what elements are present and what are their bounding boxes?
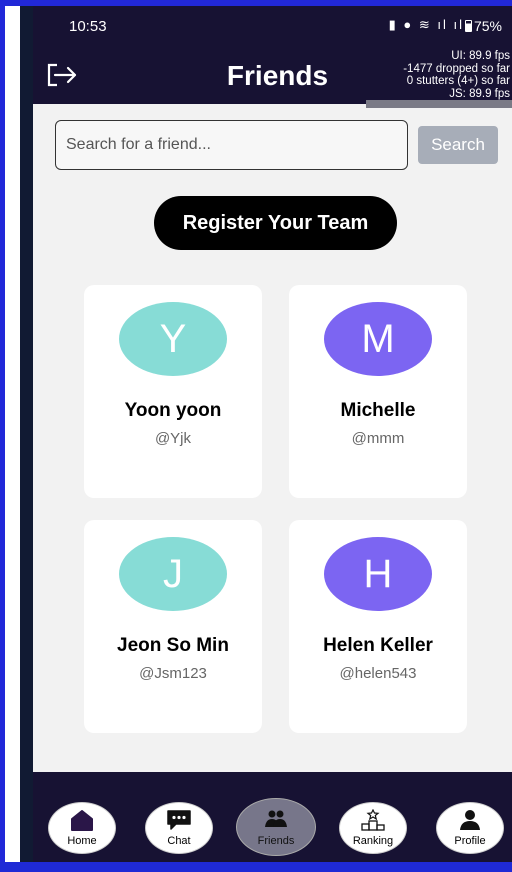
battery-icon — [464, 20, 472, 32]
register-team-button[interactable]: Register Your Team — [154, 196, 397, 250]
friend-name: Yoon yoon — [124, 400, 222, 421]
app-header: Friends UI: 89.9 fps -1477 dropped so fa… — [33, 46, 512, 104]
friend-name: Michelle — [340, 400, 416, 421]
avatar: Y — [119, 302, 227, 376]
profile-icon — [460, 810, 480, 830]
perf-stutters: 0 stutters (4+) so far — [406, 75, 510, 87]
avatar: H — [324, 537, 432, 611]
tab-label: Chat — [167, 835, 191, 847]
tab-label: Friends — [257, 835, 295, 847]
friend-handle: @Yjk — [154, 430, 192, 447]
friend-card[interactable]: M Michelle @mmm — [289, 285, 467, 498]
avatar: M — [324, 302, 432, 376]
home-icon — [71, 810, 93, 831]
battery-level: 75% — [464, 18, 502, 34]
window-edge — [5, 6, 20, 862]
friend-card[interactable]: J Jeon So Min @Jsm123 — [84, 520, 262, 733]
perf-js-fps: JS: 89.9 fps — [449, 87, 510, 100]
search-input[interactable] — [55, 120, 408, 170]
friend-card[interactable]: Y Yoon yoon @Yjk — [84, 285, 262, 498]
search-button[interactable]: Search — [418, 126, 498, 164]
tab-label: Profile — [454, 835, 486, 847]
perf-bar — [366, 100, 512, 108]
tab-chat[interactable]: Chat — [145, 802, 213, 854]
status-time: 10:53 — [69, 18, 107, 35]
chat-icon — [167, 810, 191, 830]
phone-screen: 10:53 ▮ ● ≋ ıl ıl 75% Friends UI: 89.9 f… — [33, 6, 512, 862]
tab-label: Home — [67, 835, 97, 847]
perf-dropped: -1477 dropped so far — [403, 62, 510, 75]
friend-name: Jeon So Min — [117, 635, 229, 656]
perf-monitor: UI: 89.9 fps -1477 dropped so far 0 stut… — [403, 50, 512, 100]
friend-name: Helen Keller — [323, 635, 433, 656]
battery-percent: 75% — [473, 18, 502, 34]
status-bar: 10:53 ▮ ● ≋ ıl ıl 75% — [33, 6, 512, 46]
tab-label: Ranking — [352, 835, 394, 847]
friends-icon — [265, 810, 287, 827]
avatar: J — [119, 537, 227, 611]
frame-bottom — [0, 862, 512, 872]
tab-profile[interactable]: Profile — [436, 802, 504, 854]
bottom-tab-bar: Home Chat Friends Ranking Profile — [33, 772, 512, 862]
ranking-icon — [361, 809, 385, 831]
friend-handle: @helen543 — [339, 665, 417, 682]
tab-friends[interactable]: Friends — [236, 798, 316, 856]
friend-handle: @Jsm123 — [139, 665, 207, 682]
tab-home[interactable]: Home — [48, 802, 116, 854]
friend-handle: @mmm — [351, 430, 405, 447]
status-icons: ▮ ● ≋ ıl ıl — [388, 17, 464, 32]
tab-ranking[interactable]: Ranking — [339, 802, 407, 854]
perf-ui-fps: UI: 89.9 fps — [451, 50, 510, 62]
friend-card[interactable]: H Helen Keller @helen543 — [289, 520, 467, 733]
window-edge-dark — [20, 6, 33, 862]
